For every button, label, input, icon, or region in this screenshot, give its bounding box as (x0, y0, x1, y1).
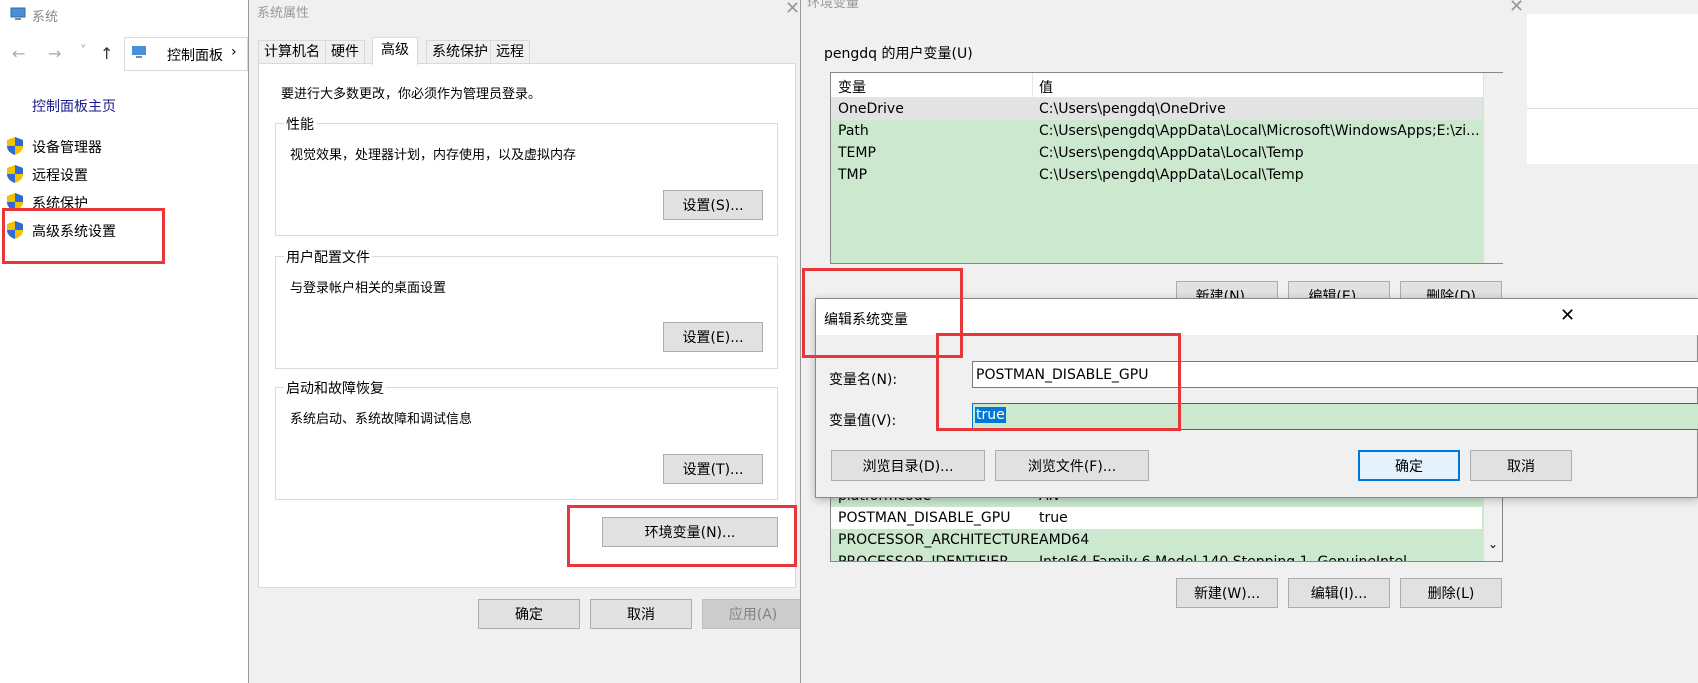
shield-icon (6, 136, 24, 156)
admin-note: 要进行大多数更改，你必须作为管理员登录。 (281, 87, 542, 102)
list-header: 变量 值 (831, 73, 1483, 98)
ok-button[interactable]: 确定 (478, 599, 580, 629)
var-name: PROCESSOR_IDENTIFIER (838, 554, 1009, 562)
scrollbar[interactable] (1483, 73, 1503, 263)
chevron-right-icon: › (231, 44, 237, 60)
window-icon (10, 7, 26, 21)
ok-button[interactable]: 确定 (1358, 450, 1460, 481)
var-value: C:\Users\pengdq\OneDrive (1039, 101, 1226, 117)
history-dropdown[interactable]: ˅ (80, 44, 87, 59)
sidebar-item-device-manager[interactable]: 设备管理器 (6, 136, 206, 158)
group-title: 性能 (284, 114, 316, 134)
group-desc: 与登录帐户相关的桌面设置 (290, 281, 447, 296)
var-name: PROCESSOR_ARCHITECTURE (838, 532, 1039, 548)
group-desc: 视觉效果，处理器计划，内存使用，以及虚拟内存 (290, 148, 577, 163)
startup-settings-button[interactable]: 设置(T)... (663, 454, 763, 484)
system-edit-button[interactable]: 编辑(I)... (1288, 578, 1390, 608)
close-icon[interactable]: ✕ (1560, 305, 1575, 326)
list-item[interactable]: PROCESSOR_ARCHITECTURE AMD64 (831, 529, 1482, 551)
variable-name-label: 变量名(N): (829, 372, 898, 388)
tab-advanced[interactable]: 高级 (372, 37, 418, 65)
address-bar[interactable]: 控制面板 › (124, 37, 248, 71)
sidebar-item-remote-settings[interactable]: 远程设置 (6, 164, 206, 186)
breadcrumb[interactable]: 控制面板 (167, 45, 223, 65)
browse-file-button[interactable]: 浏览文件(F)... (995, 450, 1149, 481)
apply-button[interactable]: 应用(A) (702, 599, 804, 629)
performance-settings-button[interactable]: 设置(S)... (663, 190, 763, 220)
annotation-highlight (567, 505, 797, 567)
tab-computer-name[interactable]: 计算机名 (258, 40, 326, 64)
var-name: TMP (838, 167, 868, 183)
column-header-value[interactable]: 值 (1039, 77, 1053, 97)
control-panel-icon (132, 46, 146, 58)
list-item[interactable]: TEMP C:\Users\pengdq\AppData\Local\Temp (831, 142, 1482, 164)
tab-system-protection[interactable]: 系统保护 (426, 40, 494, 64)
tab-remote[interactable]: 远程 (490, 40, 530, 64)
group-desc: 系统启动、系统故障和调试信息 (290, 412, 473, 427)
control-panel-window: 系统 ← → ˅ ↑ 控制面板 › 控制面板主页 设备管理器 远程设置 系统保护… (0, 0, 248, 683)
browse-directory-button[interactable]: 浏览目录(D)... (831, 450, 985, 481)
sidebar-item-label: 设备管理器 (32, 140, 102, 156)
var-name: OneDrive (838, 101, 904, 117)
forward-button[interactable]: → (48, 44, 61, 63)
startup-recovery-group: 启动和故障恢复 系统启动、系统故障和调试信息 设置(T)... (275, 378, 778, 500)
chevron-down-icon[interactable]: ⌄ (1488, 537, 1498, 551)
var-value: Intel64 Family 6 Model 140 Stepping 1, G… (1039, 554, 1408, 562)
back-button[interactable]: ← (12, 44, 25, 63)
list-item[interactable]: PROCESSOR_IDENTIFIER Intel64 Family 6 Mo… (831, 551, 1482, 562)
profile-settings-button[interactable]: 设置(E)... (663, 322, 763, 352)
dialog-title: 环境变量 (807, 0, 860, 11)
list-item[interactable]: Path C:\Users\pengdq\AppData\Local\Micro… (831, 120, 1482, 142)
group-title: pengdq 的用户变量(U) (824, 46, 973, 62)
system-delete-button[interactable]: 删除(L) (1400, 578, 1502, 608)
var-value: C:\Users\pengdq\AppData\Local\Microsoft\… (1039, 123, 1480, 139)
list-item[interactable]: TMP C:\Users\pengdq\AppData\Local\Temp (831, 164, 1482, 186)
cancel-button[interactable]: 取消 (1470, 450, 1572, 481)
window-title: 系统 (32, 10, 59, 25)
column-header-name[interactable]: 变量 (838, 77, 866, 97)
list-item[interactable]: POSTMAN_DISABLE_GPU true (831, 507, 1482, 529)
variable-value-label: 变量值(V): (829, 413, 897, 429)
up-button[interactable]: ↑ (100, 44, 113, 63)
tab-hardware[interactable]: 硬件 (325, 40, 365, 64)
shield-icon (6, 164, 24, 184)
user-variables-list[interactable]: 变量 值 OneDrive C:\Users\pengdq\OneDrive P… (830, 72, 1503, 264)
var-name: TEMP (838, 145, 876, 161)
performance-group: 性能 视觉效果，处理器计划，内存使用，以及虚拟内存 设置(S)... (275, 114, 778, 236)
annotation-highlight (2, 208, 165, 264)
var-value: C:\Users\pengdq\AppData\Local\Temp (1039, 145, 1304, 161)
system-properties-dialog: 系统属性 ✕ 计算机名 硬件 高级 系统保护 远程 要进行大多数更改，你必须作为… (248, 0, 804, 683)
close-icon[interactable]: ✕ (785, 0, 800, 19)
column-divider (1032, 73, 1033, 98)
sidebar-item-label: 远程设置 (32, 168, 88, 184)
var-value: C:\Users\pengdq\AppData\Local\Temp (1039, 167, 1304, 183)
user-profiles-group: 用户配置文件 与登录帐户相关的桌面设置 设置(E)... (275, 247, 778, 369)
close-icon[interactable]: ✕ (1509, 0, 1524, 17)
var-value: AMD64 (1039, 532, 1090, 548)
control-panel-home-link[interactable]: 控制面板主页 (32, 96, 116, 116)
var-value: true (1039, 510, 1068, 526)
annotation-highlight (936, 333, 1181, 431)
cancel-button[interactable]: 取消 (590, 599, 692, 629)
edge-frame (1527, 14, 1698, 164)
var-name: Path (838, 123, 869, 139)
system-new-button[interactable]: 新建(W)... (1176, 578, 1278, 608)
group-title: 启动和故障恢复 (284, 378, 386, 398)
dialog-title: 系统属性 (257, 6, 310, 21)
group-title: 用户配置文件 (284, 247, 372, 267)
var-name: POSTMAN_DISABLE_GPU (838, 510, 1011, 526)
divider (1527, 108, 1698, 109)
list-item[interactable]: OneDrive C:\Users\pengdq\OneDrive (831, 98, 1482, 120)
